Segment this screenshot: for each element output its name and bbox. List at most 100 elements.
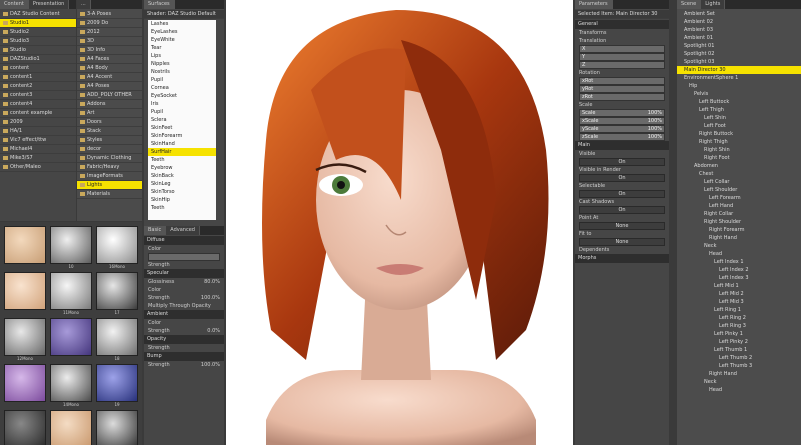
scene-node[interactable]: Chest xyxy=(677,170,801,178)
material-swatch[interactable]: 17 xyxy=(96,272,138,315)
folder-item[interactable]: content1 xyxy=(0,73,76,82)
scene-node[interactable]: Left Thumb 1 xyxy=(677,346,801,354)
scene-node[interactable]: Ambient 02 xyxy=(677,18,801,26)
section-header[interactable]: Diffuse xyxy=(144,236,224,245)
scene-node[interactable]: Left Thigh xyxy=(677,106,801,114)
scene-node[interactable]: Left Ring 3 xyxy=(677,322,801,330)
folder-item[interactable]: content4 xyxy=(0,100,76,109)
surface-item[interactable]: SkinLeg xyxy=(148,180,216,188)
scene-node[interactable]: Spotlight 03 xyxy=(677,58,801,66)
scene-node[interactable]: Abdomen xyxy=(677,162,801,170)
surface-item[interactable]: Pupil xyxy=(148,108,216,116)
section-header[interactable]: General xyxy=(575,20,669,29)
surface-item[interactable]: Cornea xyxy=(148,84,216,92)
material-swatch[interactable] xyxy=(4,410,46,445)
file-item[interactable]: Art xyxy=(77,109,142,118)
tab-presentation[interactable]: Presentation xyxy=(28,0,70,9)
value-field[interactable]: yRot xyxy=(579,85,665,93)
value-field[interactable]: xRot xyxy=(579,77,665,85)
surface-item[interactable]: Nipples xyxy=(148,60,216,68)
scene-node[interactable]: Head xyxy=(677,250,801,258)
scene-node[interactable]: Left Index 3 xyxy=(677,274,801,282)
surface-item[interactable]: Nostrils xyxy=(148,68,216,76)
surface-item[interactable]: Iris xyxy=(148,100,216,108)
scene-node[interactable]: Left Thumb 2 xyxy=(677,354,801,362)
file-item[interactable]: decor xyxy=(77,145,142,154)
surface-item[interactable]: SkinHip xyxy=(148,196,216,204)
material-swatch[interactable] xyxy=(4,272,46,310)
material-swatch[interactable] xyxy=(50,410,92,445)
surface-item[interactable]: Lashes xyxy=(148,20,216,28)
3d-viewport[interactable] xyxy=(226,0,573,445)
material-swatch[interactable] xyxy=(4,226,46,264)
file-item[interactable]: Doors xyxy=(77,118,142,127)
material-swatch[interactable] xyxy=(4,364,46,402)
file-item[interactable]: Lights xyxy=(77,181,142,190)
scene-node[interactable]: Left Shoulder xyxy=(677,186,801,194)
toggle-button[interactable]: On xyxy=(579,206,665,214)
material-swatch[interactable]: 10 xyxy=(50,226,92,269)
scene-node[interactable]: Spotlight 02 xyxy=(677,50,801,58)
scene-node[interactable]: Right Forearm xyxy=(677,226,801,234)
tab-basic[interactable]: Basic xyxy=(144,226,167,235)
tab-content[interactable]: Content xyxy=(0,0,29,9)
value-field[interactable]: zScale 100% xyxy=(579,133,665,141)
tab-lights[interactable]: Lights xyxy=(701,0,726,9)
folder-item[interactable]: Mike3/S7 xyxy=(0,154,76,163)
folder-item[interactable]: Studio3 xyxy=(0,37,76,46)
scene-node[interactable]: Left Foot xyxy=(677,122,801,130)
scene-node[interactable]: Hip xyxy=(677,82,801,90)
value-field[interactable]: Scale 100% xyxy=(579,109,665,117)
scene-node[interactable]: Ambient 03 xyxy=(677,26,801,34)
surface-item[interactable]: Teeth xyxy=(148,204,216,212)
file-item[interactable]: 2012 xyxy=(77,28,142,37)
scene-node[interactable]: Left Index 1 xyxy=(677,258,801,266)
toggle-button[interactable]: None xyxy=(579,238,665,246)
scene-node[interactable]: Right Shoulder xyxy=(677,218,801,226)
scene-node[interactable]: Spotlight 01 xyxy=(677,42,801,50)
material-swatch[interactable]: 14Mono xyxy=(50,364,92,407)
file-item[interactable]: ADD_POLY OTHER xyxy=(77,91,142,100)
tab-scene[interactable]: Scene xyxy=(677,0,702,9)
scene-node[interactable]: Left Mid 3 xyxy=(677,298,801,306)
surface-item[interactable]: EyeSocket xyxy=(148,92,216,100)
file-item[interactable]: A4 Accent xyxy=(77,73,142,82)
scene-node[interactable]: Left Shin xyxy=(677,114,801,122)
scene-node[interactable]: Left Buttock xyxy=(677,98,801,106)
scene-node[interactable]: Left Pinky 1 xyxy=(677,330,801,338)
material-swatch[interactable] xyxy=(50,318,92,356)
folder-item[interactable]: HA/1 xyxy=(0,127,76,136)
tab-advanced[interactable]: Advanced xyxy=(166,226,200,235)
toggle-button[interactable]: On xyxy=(579,158,665,166)
scene-node[interactable]: Neck xyxy=(677,378,801,386)
scene-node[interactable]: Right Hand xyxy=(677,234,801,242)
scene-node[interactable]: Left Mid 2 xyxy=(677,290,801,298)
folder-item[interactable]: content xyxy=(0,64,76,73)
material-swatch[interactable]: 11Mono xyxy=(50,272,92,315)
surface-item[interactable]: EyeWhite xyxy=(148,36,216,44)
scene-node[interactable]: Left Ring 1 xyxy=(677,306,801,314)
scene-node[interactable]: Right Buttock xyxy=(677,130,801,138)
scene-node[interactable]: Left Mid 1 xyxy=(677,282,801,290)
surface-item[interactable]: Pupil xyxy=(148,76,216,84)
scene-node[interactable]: Ambient 01 xyxy=(677,34,801,42)
folder-item[interactable]: content3 xyxy=(0,91,76,100)
scene-node[interactable]: Main Director 30 xyxy=(677,66,801,74)
tab-surfaces[interactable]: Surfaces xyxy=(144,0,175,9)
scene-node[interactable]: Neck xyxy=(677,242,801,250)
scene-node[interactable]: Right Collar xyxy=(677,210,801,218)
scene-node[interactable]: Right Hand xyxy=(677,370,801,378)
toggle-button[interactable]: On xyxy=(579,190,665,198)
material-swatch[interactable]: 18 xyxy=(96,318,138,361)
folder-item[interactable]: Other/Maleo xyxy=(0,163,76,172)
value-field[interactable]: X xyxy=(579,45,665,53)
scene-node[interactable]: Right Thigh xyxy=(677,138,801,146)
material-swatch[interactable]: 19 xyxy=(96,364,138,407)
folder-item[interactable]: DAZ Studio Content xyxy=(0,10,76,19)
surface-item[interactable]: Teeth xyxy=(148,156,216,164)
folder-item[interactable]: Studio xyxy=(0,46,76,55)
value-field[interactable]: yScale 100% xyxy=(579,125,665,133)
material-swatch[interactable]: 16Mono xyxy=(96,226,138,269)
folder-item[interactable]: Vic7 effect/ttw xyxy=(0,136,76,145)
folder-item[interactable]: Studio2 xyxy=(0,28,76,37)
